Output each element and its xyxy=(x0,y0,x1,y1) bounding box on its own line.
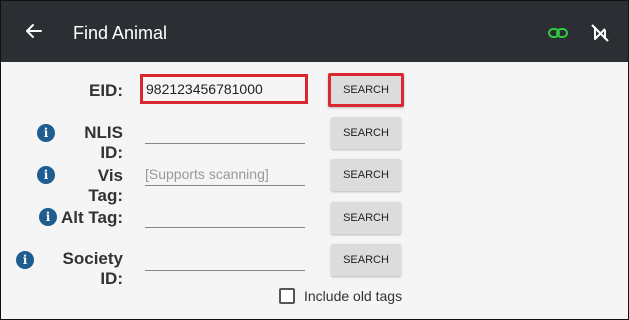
find-animal-form: EID: 982123456781000 SEARCH i NLIS ID: S… xyxy=(1,62,628,319)
eid-input[interactable]: 982123456781000 xyxy=(140,74,308,104)
society-input[interactable] xyxy=(145,249,305,271)
app-bar: Find Animal xyxy=(1,1,628,62)
vis-label: Vis Tag: xyxy=(88,166,123,205)
alt-search-button[interactable]: SEARCH xyxy=(331,202,401,234)
page-title: Find Animal xyxy=(73,23,168,43)
vis-search-button[interactable]: SEARCH xyxy=(331,159,401,191)
app-window: Find Animal EID: 982123456781000 SEARCH … xyxy=(0,0,629,320)
include-old-tags-label[interactable]: Include old tags xyxy=(304,287,402,305)
eid-search-button[interactable]: SEARCH xyxy=(328,73,404,107)
vis-info-icon[interactable]: i xyxy=(37,166,55,184)
society-label: Society ID: xyxy=(62,249,123,288)
include-old-tags-checkbox[interactable] xyxy=(279,288,295,304)
eid-label: EID: xyxy=(89,81,123,100)
nlis-search-button[interactable]: SEARCH xyxy=(331,117,401,149)
nlis-label: NLIS ID: xyxy=(84,123,123,162)
alt-info-icon[interactable]: i xyxy=(39,208,57,226)
nlis-info-icon[interactable]: i xyxy=(37,124,55,142)
society-search-button[interactable]: SEARCH xyxy=(331,244,401,276)
vis-input[interactable]: [Supports scanning] xyxy=(145,164,305,186)
society-info-icon[interactable]: i xyxy=(16,251,34,269)
alt-label: Alt Tag: xyxy=(60,208,123,227)
link-icon[interactable] xyxy=(546,21,570,45)
alt-input[interactable] xyxy=(145,206,305,228)
nlis-input[interactable] xyxy=(145,122,305,144)
nfc-off-icon[interactable] xyxy=(588,21,612,45)
arrow-back-icon[interactable] xyxy=(23,20,45,42)
